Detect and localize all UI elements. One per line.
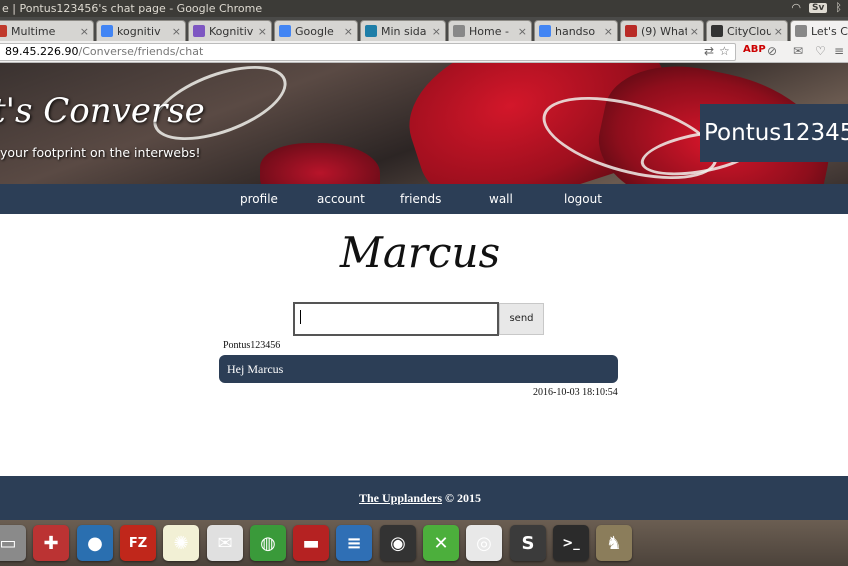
tab-1[interactable]: kognitiv ×: [96, 20, 186, 41]
tab-0[interactable]: Multime ×: [0, 20, 94, 41]
nav-logout[interactable]: logout: [564, 184, 602, 214]
sun-icon[interactable]: ✺: [163, 525, 199, 561]
tab-2[interactable]: Kognitiv ×: [188, 20, 272, 41]
tab-bar: Multime × kognitiv × Kognitiv × Google × Min…: [0, 17, 848, 41]
tab-label: CityClou: [727, 24, 771, 38]
message-bubble: Hej Marcus: [219, 355, 618, 383]
tab-favicon: [539, 25, 551, 37]
tab-label: Home -: [469, 24, 509, 38]
site-title: t's Converse: [0, 91, 205, 131]
gimp-icon[interactable]: ♞: [596, 525, 632, 561]
tab-label: kognitiv: [117, 24, 161, 38]
translate-icon[interactable]: ⇄: [704, 44, 714, 58]
footer-text: The Upplanders © 2015: [359, 491, 481, 506]
tab-label: (9) What: [641, 24, 687, 38]
files-icon[interactable]: ▭: [0, 525, 26, 561]
nav-friends[interactable]: friends: [400, 184, 441, 214]
main-nav: profile account friends wall logout: [0, 184, 848, 214]
send-button[interactable]: send: [499, 303, 544, 335]
url-host: 89.45.226.90: [5, 45, 79, 58]
close-icon[interactable]: ×: [344, 25, 353, 38]
tab-3[interactable]: Google ×: [274, 20, 358, 41]
os-dock: ▭ ✚ ● FZ ✺ ✉ ◍ ▬ ≡ ◉ ✕ ◎ S >_ ♞: [0, 520, 848, 566]
extension-icon[interactable]: ⊘: [767, 44, 777, 58]
close-icon[interactable]: ×: [258, 25, 267, 38]
os-indicators: ◠ Sv ᛒ: [791, 1, 842, 14]
tab-label: Kognitiv: [209, 24, 254, 38]
xmind-icon[interactable]: ✕: [423, 525, 459, 561]
tab-label: handso: [555, 24, 596, 38]
close-icon[interactable]: ×: [690, 25, 699, 38]
message-input[interactable]: [293, 302, 499, 336]
language-indicator[interactable]: Sv: [809, 2, 828, 13]
message-author: Pontus123456: [223, 340, 281, 351]
banner-image: [260, 143, 380, 184]
tab-6[interactable]: handso ×: [534, 20, 618, 41]
star-icon[interactable]: ☆: [719, 44, 730, 58]
adblock-icon[interactable]: ABP: [743, 44, 766, 55]
wifi-icon[interactable]: ◠: [791, 1, 801, 14]
nav-profile[interactable]: profile: [240, 184, 278, 214]
filezilla-icon[interactable]: FZ: [120, 525, 156, 561]
page-footer: The Upplanders © 2015: [0, 476, 848, 520]
address-bar: 89.45.226.90/Converse/friends/chat ⇄ ☆ A…: [0, 41, 848, 63]
tab-7[interactable]: (9) What ×: [620, 20, 704, 41]
settings-icon[interactable]: ✚: [33, 525, 69, 561]
tab-favicon: [795, 25, 807, 37]
tab-4[interactable]: Min sida ×: [360, 20, 446, 41]
header-banner: t's Converse your footprint on the inter…: [0, 63, 848, 184]
tab-favicon: [711, 25, 723, 37]
url-path: /Converse/friends/chat: [78, 45, 204, 58]
tab-5[interactable]: Home - ×: [448, 20, 532, 41]
tab-9[interactable]: Let's Co: [790, 20, 848, 41]
tab-favicon: [625, 25, 637, 37]
close-icon[interactable]: ×: [172, 25, 181, 38]
extension-icon[interactable]: ✉: [793, 44, 803, 58]
pocket-icon[interactable]: ♡: [815, 44, 826, 58]
current-username: Pontus123456: [700, 104, 848, 162]
droplet-icon[interactable]: ●: [77, 525, 113, 561]
chrome-icon[interactable]: ◎: [466, 525, 502, 561]
steam-icon[interactable]: ◉: [380, 525, 416, 561]
url-field[interactable]: 89.45.226.90/Converse/friends/chat: [0, 43, 736, 61]
tab-label: Google: [295, 24, 334, 38]
bluetooth-icon[interactable]: ᛒ: [835, 1, 842, 14]
text-cursor: [300, 310, 301, 324]
tab-favicon: [0, 25, 7, 37]
tab-favicon: [193, 25, 205, 37]
nav-wall[interactable]: wall: [489, 184, 513, 214]
terminal-icon[interactable]: >_: [553, 525, 589, 561]
nav-account[interactable]: account: [317, 184, 365, 214]
tab-favicon: [453, 25, 465, 37]
tab-favicon: [279, 25, 291, 37]
close-icon[interactable]: ×: [604, 25, 613, 38]
tab-8[interactable]: CityClou ×: [706, 20, 788, 41]
globe-icon[interactable]: ◍: [250, 525, 286, 561]
site-tagline: your footprint on the interwebs!: [0, 145, 201, 160]
footer-link[interactable]: The Upplanders: [359, 491, 442, 505]
tab-favicon: [101, 25, 113, 37]
message-timestamp: 2016-10-03 18:10:54: [533, 387, 618, 398]
footer-copyright: © 2015: [442, 491, 481, 505]
close-icon[interactable]: ×: [774, 25, 783, 38]
tab-label: Min sida: [381, 24, 427, 38]
sublime-icon[interactable]: S: [510, 525, 546, 561]
tab-label: Multime: [11, 24, 56, 38]
menu-icon[interactable]: ≡: [834, 44, 844, 58]
tab-favicon: [365, 25, 377, 37]
mail-app-icon[interactable]: ✉: [207, 525, 243, 561]
friend-name-heading: Marcus: [339, 228, 501, 277]
tab-label: Let's Co: [811, 24, 848, 38]
writer-icon[interactable]: ≡: [336, 525, 372, 561]
close-icon[interactable]: ×: [80, 25, 89, 38]
book-icon[interactable]: ▬: [293, 525, 329, 561]
close-icon[interactable]: ×: [518, 25, 527, 38]
os-top-bar: e | Pontus123456's chat page - Google Ch…: [0, 0, 848, 17]
window-title: e | Pontus123456's chat page - Google Ch…: [2, 2, 263, 15]
close-icon[interactable]: ×: [432, 25, 441, 38]
